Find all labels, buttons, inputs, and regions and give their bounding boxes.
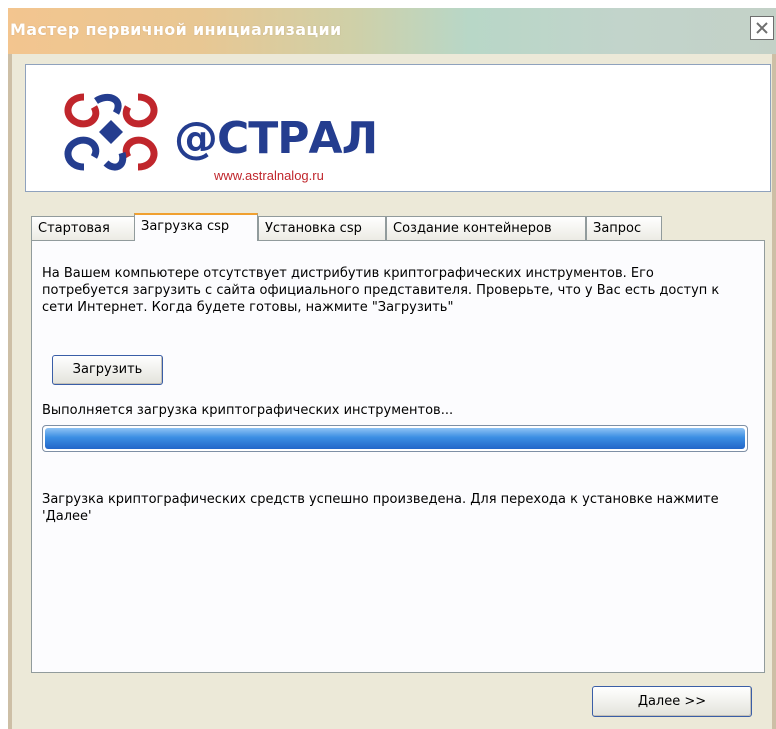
- next-button[interactable]: Далее >>: [592, 686, 752, 717]
- tab-request[interactable]: Запрос: [586, 216, 662, 240]
- window-frame-right: [772, 54, 776, 729]
- progress-label: Выполняется загрузка криптографических и…: [42, 403, 454, 418]
- tab-panel-download-csp: На Вашем компьютере отсутствует дистрибу…: [31, 240, 765, 673]
- tab-start[interactable]: Стартовая: [31, 216, 136, 240]
- title-bar[interactable]: Мастер первичной инициализации: [8, 8, 776, 54]
- tab-download-csp[interactable]: Загрузка csp: [134, 213, 258, 241]
- window-frame-left: [8, 54, 12, 729]
- logo-panel: @СТРАЛ www.astralnalog.ru: [25, 64, 771, 192]
- info-text: На Вашем компьютере отсутствует дистрибу…: [42, 266, 720, 315]
- window-title: Мастер первичной инициализации: [10, 20, 342, 39]
- tab-install-csp[interactable]: Установка csp: [258, 216, 386, 240]
- wizard-window: Мастер первичной инициализации @СТРАЛ ww…: [8, 8, 776, 729]
- progress-bar: [42, 425, 748, 452]
- tab-create-containers[interactable]: Создание контейнеров: [386, 216, 586, 240]
- progress-fill: [45, 428, 745, 449]
- astral-logo-icon: [64, 93, 158, 171]
- success-text: Загрузка криптографических средств успеш…: [42, 492, 719, 524]
- close-icon: [756, 22, 768, 34]
- brand-name: @СТРАЛ: [174, 113, 378, 164]
- brand-url: www.astralnalog.ru: [214, 168, 324, 183]
- load-button[interactable]: Загрузить: [52, 355, 163, 385]
- close-button[interactable]: [750, 16, 774, 40]
